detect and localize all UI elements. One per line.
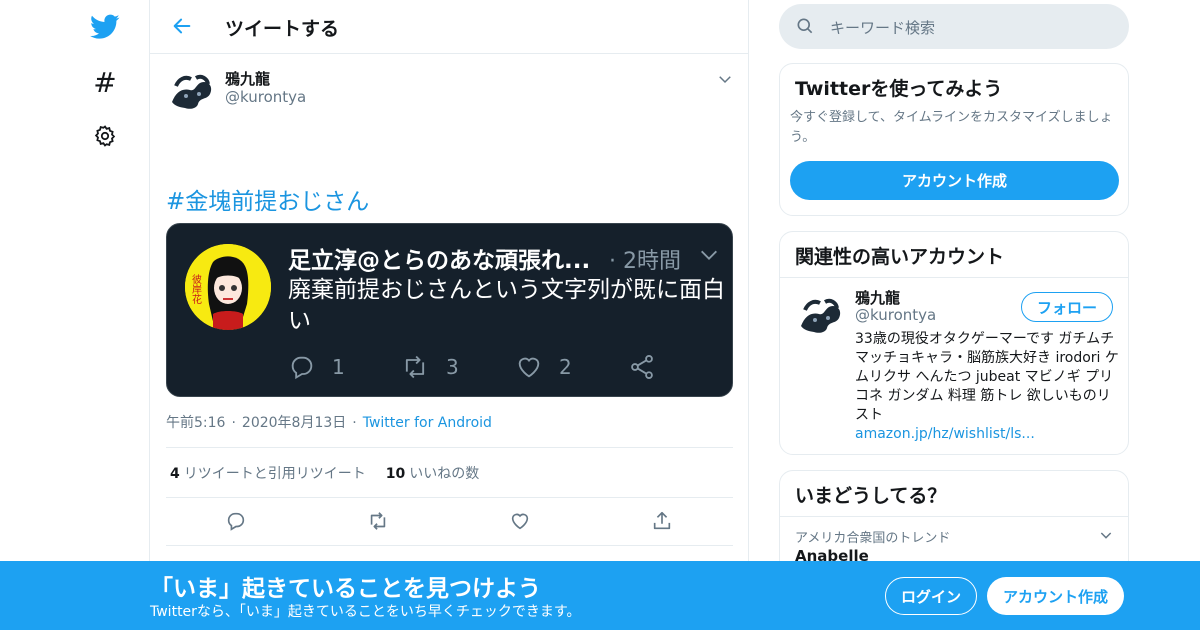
reply-icon[interactable] — [225, 510, 247, 532]
retweet-label: リツイートと引用リツイート — [183, 465, 366, 482]
trends-card-title: いまどうしてる？ — [795, 485, 947, 507]
tweet-time[interactable]: 午前5:16 — [166, 415, 225, 431]
related-account-bio: 33歳の現役オタクゲーマーです ガチムチマッチョキャラ・脳筋族大好き irodo… — [855, 331, 1119, 423]
back-arrow-icon[interactable] — [168, 12, 196, 40]
tweet-client[interactable]: Twitter for Android — [363, 415, 492, 431]
related-account-link[interactable]: amazon.jp/hz/wishlist/ls... — [855, 426, 1035, 442]
related-account-handle[interactable]: @kurontya — [855, 306, 936, 324]
banner-subtitle: Twitterなら、「いま」起きていることをいち早くチェックできます。 — [150, 604, 581, 620]
like-count: 10 — [385, 465, 406, 482]
reply-icon — [291, 356, 313, 380]
quoted-author-name[interactable]: 足立淳@とらのあな頑張れ... — [288, 241, 590, 275]
heart-icon[interactable] — [509, 510, 531, 532]
related-account-name[interactable]: 鴉九龍 — [855, 287, 900, 308]
chevron-down-icon[interactable] — [1098, 527, 1114, 543]
quoted-actions: 1 3 2 — [288, 351, 728, 383]
twitter-bird-icon[interactable] — [88, 10, 122, 44]
left-nav: # — [0, 0, 150, 630]
quoted-reply[interactable]: 1 — [288, 351, 345, 383]
retweet-icon — [405, 355, 425, 379]
quoted-like[interactable]: 2 — [515, 351, 572, 383]
page-title: ツイートする — [225, 18, 340, 40]
chevron-down-icon[interactable] — [698, 244, 720, 266]
heart-icon — [518, 357, 540, 378]
trend-context: アメリカ合衆国のトレンド — [795, 531, 951, 546]
meta-separator: · — [352, 415, 357, 431]
retweet-count: 4 — [170, 465, 180, 482]
gear-icon[interactable] — [88, 119, 122, 153]
quoted-avatar[interactable]: 彼岸花 — [185, 244, 271, 330]
like-stat[interactable]: 10 いいねの数 — [386, 463, 479, 483]
retweet-icon[interactable] — [367, 510, 389, 532]
quoted-time[interactable]: · 2時間 — [609, 243, 681, 275]
author-handle[interactable]: @kurontya — [225, 88, 306, 106]
quoted-reply-count: 1 — [332, 355, 345, 379]
share-icon[interactable] — [628, 351, 656, 383]
like-label: いいねの数 — [409, 465, 480, 482]
follow-button[interactable]: フォロー — [1021, 292, 1113, 322]
signup-card-desc: 今すぐ登録して、タイムラインをカスタマイズしましょう。 — [790, 110, 1113, 145]
quoted-retweet[interactable]: 3 — [400, 351, 459, 383]
avatar[interactable] — [795, 290, 844, 339]
avatar-kanji: 彼岸花 — [190, 273, 202, 304]
signup-card-title: Twitterを使ってみよう — [795, 78, 1003, 100]
meta-separator: · — [231, 415, 236, 431]
search-icon — [795, 16, 815, 36]
avatar[interactable] — [166, 66, 215, 115]
quoted-tweet[interactable]: 彼岸花 足立淳@とらのあな頑張れ... · 2時間 廃棄前提おじさんという文字列… — [166, 223, 733, 397]
quoted-like-count: 2 — [559, 355, 572, 379]
related-card-title: 関連性の高いアカウント — [795, 246, 1005, 268]
tweet-hashtag[interactable]: #金塊前提おじさん — [166, 182, 369, 216]
banner-title: 「いま」起きていることを見つけよう — [150, 576, 541, 602]
signup-button[interactable]: アカウント作成 — [987, 577, 1124, 615]
search-box[interactable]: キーワード検索 — [779, 4, 1129, 49]
tweet-meta: 午前5:16 · 2020年8月13日 · Twitter for Android — [166, 412, 492, 432]
main-column: ツイートする 鴉九龍 @kurontya #金塊前提おじさん 彼岸花 足立淳@と… — [149, 0, 749, 630]
share-upload-icon[interactable] — [651, 510, 673, 532]
tweet-actions — [166, 498, 733, 546]
signup-card: Twitterを使ってみよう 今すぐ登録して、タイムラインをカスタマイズしましょ… — [779, 63, 1129, 216]
quoted-retweet-count: 3 — [446, 355, 459, 379]
author-name[interactable]: 鴉九龍 — [225, 68, 270, 89]
page-header: ツイートする — [150, 0, 748, 54]
divider — [780, 516, 1128, 517]
retweet-stat[interactable]: 4 リツイートと引用リツイート — [170, 463, 366, 483]
chevron-down-icon[interactable] — [716, 70, 734, 88]
search-input[interactable]: キーワード検索 — [830, 17, 935, 38]
tweet-stats: 4 リツイートと引用リツイート 10 いいねの数 — [166, 447, 733, 498]
login-button[interactable]: ログイン — [885, 577, 977, 615]
quoted-text: 廃棄前提おじさんという文字列が既に面白い — [288, 277, 725, 334]
hashtag-icon[interactable]: # — [88, 65, 122, 99]
related-accounts-card: 関連性の高いアカウント 鴉九龍 @kurontya フォロー 33歳の現役オタク… — [779, 231, 1129, 455]
divider — [780, 277, 1128, 278]
create-account-button[interactable]: アカウント作成 — [790, 161, 1119, 200]
signup-banner: 「いま」起きていることを見つけよう Twitterなら、「いま」起きていることを… — [0, 561, 1200, 630]
tweet-date[interactable]: 2020年8月13日 — [242, 415, 346, 431]
